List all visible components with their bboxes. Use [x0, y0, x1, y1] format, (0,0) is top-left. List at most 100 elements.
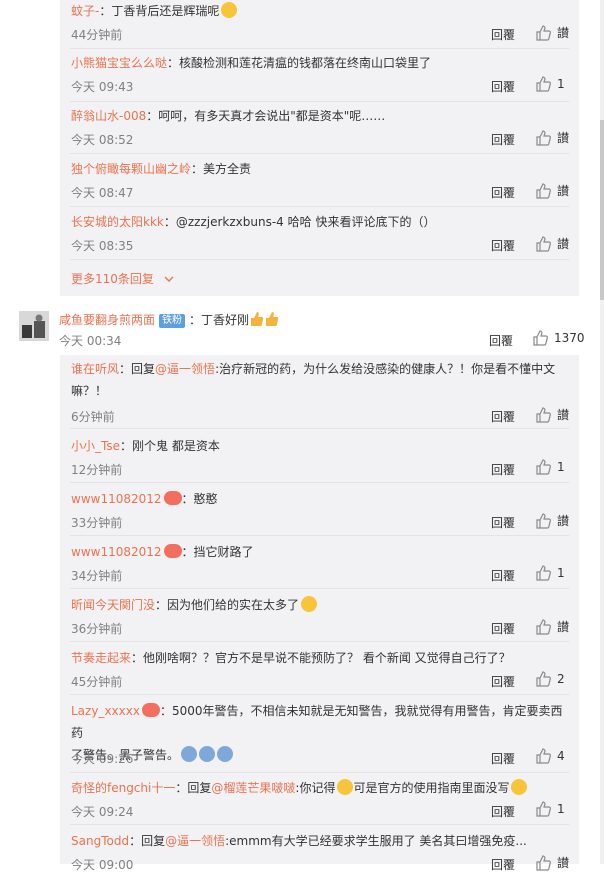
reply-button[interactable]: 回覆: [491, 461, 515, 478]
avatar-image: [19, 311, 49, 341]
like-label: 讃: [557, 184, 570, 198]
reply-button[interactable]: 回覆: [491, 803, 515, 820]
reply-username[interactable]: 昕闻今天関门没: [71, 598, 155, 612]
reply-text: 因为他们给的实在太多了: [167, 598, 300, 612]
main-username[interactable]: 咸鱼要翻身煎两面: [59, 313, 155, 327]
reply-time: 今天 09:26: [71, 752, 134, 766]
reply-username[interactable]: www11082012: [71, 492, 162, 506]
thumbs-up-icon: [536, 182, 551, 199]
thumbs-up-icon: [536, 748, 551, 764]
reply-username[interactable]: 醉翁山水-008: [71, 109, 146, 123]
more-replies-link[interactable]: 更多110条回复: [71, 270, 174, 287]
like-button[interactable]: 讃: [535, 129, 569, 146]
like-label: 讃: [557, 620, 570, 634]
separator: ：: [167, 56, 180, 70]
reply-text: 核酸检测和莲花清瘟的钱都落在终南山口袋里了: [179, 56, 432, 70]
like-button[interactable]: 1370: [532, 330, 585, 346]
like-button[interactable]: 4: [535, 748, 565, 764]
reply-time: 今天 08:52: [71, 133, 134, 147]
thumbs-up-icon: [536, 512, 551, 529]
reply-username[interactable]: 蚊子-: [71, 4, 99, 18]
reply-text-line: 奇怪的fengchi十一：回复@榴莲芒果啵啵:你记得 可是官方的使用指南里面没写: [71, 777, 567, 799]
reply-text-continued: 可是官方的使用指南里面没写: [353, 781, 510, 795]
reply-button[interactable]: 回覆: [491, 673, 515, 690]
reply-prefix: 回复: [141, 834, 166, 848]
reply-text-line: 独个俯瞰每颗山幽之岭：美方全责: [71, 158, 567, 180]
cat-emoji-icon: [301, 596, 318, 612]
separator: ：: [119, 439, 132, 453]
member-badge-icon: [141, 703, 160, 717]
reply-prefix: 回复: [131, 362, 156, 376]
reply-time: 今天 09:43: [71, 80, 134, 94]
reply-username[interactable]: 独个俯瞰每颗山幽之岭: [71, 162, 191, 176]
reply-username[interactable]: 小熊猫宝宝么么哒: [71, 56, 167, 70]
page-scrollbar[interactable]: [600, 0, 604, 864]
like-button[interactable]: 讃: [535, 618, 569, 635]
separator: ：: [155, 598, 168, 612]
reply-username[interactable]: 谁在听风: [71, 362, 119, 376]
reply-username[interactable]: 奇怪的fengchi十一: [71, 781, 175, 795]
like-count: 2: [557, 672, 565, 686]
thumbs-up-emoji-icon: [265, 311, 279, 327]
main-comment: 咸鱼要翻身煎两面 铁粉 ：丁香好刚 今天 00:34 回覆 1370: [19, 311, 585, 351]
reply-username[interactable]: Lazy_xxxxx: [71, 704, 140, 718]
like-button[interactable]: 1: [535, 565, 565, 581]
like-count: 1: [557, 460, 565, 474]
reply-username[interactable]: www11082012: [71, 545, 162, 559]
like-button[interactable]: 讃: [535, 24, 569, 41]
reply-button[interactable]: 回覆: [491, 184, 515, 201]
mention-link[interactable]: @逼一领悟: [155, 362, 215, 376]
like-button[interactable]: 讃: [535, 235, 569, 252]
like-button[interactable]: 1: [535, 459, 565, 475]
sweat-emoji-icon: [337, 779, 354, 795]
separator: ：: [175, 781, 188, 795]
scrollbar-thumb[interactable]: [600, 120, 604, 300]
thumbs-up-icon: [536, 671, 551, 687]
reply-button[interactable]: 回覆: [491, 237, 515, 254]
like-button[interactable]: 讃: [535, 406, 569, 423]
reply-text: :治疗新冠的药，为什么发给没感染的健康人？！你是看不懂中文: [215, 362, 556, 376]
reply-button[interactable]: 回覆: [491, 78, 515, 95]
thumbs-up-icon: [536, 76, 551, 92]
reply-time: 33分钟前: [71, 516, 123, 530]
reply-text-line: 昕闻今天関门没：因为他们给的实在太多了: [71, 594, 567, 616]
thumbs-up-emoji-icon: [250, 311, 264, 327]
reply-text: @zzzjerkzxbuns-4 哈哈 快来看评论底下的（）: [175, 215, 436, 229]
like-button[interactable]: 讃: [535, 182, 569, 199]
like-label: 讃: [557, 237, 570, 251]
reply-button[interactable]: 回覆: [491, 856, 515, 873]
reply-button[interactable]: 回覆: [491, 408, 515, 425]
reply-button[interactable]: 回覆: [491, 567, 515, 584]
reply-username[interactable]: SangTodd: [71, 834, 129, 848]
separator: ：: [131, 651, 144, 665]
reply-button[interactable]: 回覆: [489, 332, 513, 349]
reply-button[interactable]: 回覆: [491, 26, 515, 43]
divider: [70, 694, 569, 695]
reply-username[interactable]: 长安城的太阳kkk: [71, 215, 164, 229]
separator: ：: [191, 162, 204, 176]
reply-button[interactable]: 回覆: [491, 620, 515, 637]
mention-link[interactable]: @逼一领悟: [165, 834, 225, 848]
reply-text-line: www11082012 ：憨憨: [71, 488, 567, 510]
divider: [70, 206, 569, 207]
reply-button[interactable]: 回覆: [491, 750, 515, 767]
member-badge-icon: [163, 544, 182, 558]
mention-link[interactable]: @榴莲芒果啵啵: [211, 781, 295, 795]
like-button[interactable]: 2: [535, 671, 565, 687]
like-button[interactable]: 讃: [535, 512, 569, 529]
like-button[interactable]: 1: [535, 801, 565, 817]
avatar[interactable]: [19, 311, 49, 341]
like-button[interactable]: 讃: [535, 854, 569, 871]
reply-time: 34分钟前: [71, 569, 123, 583]
smile-emoji-icon: [511, 779, 528, 795]
reply-button[interactable]: 回覆: [491, 131, 515, 148]
separator: ：: [181, 492, 194, 506]
reply-button[interactable]: 回覆: [491, 514, 515, 531]
thumbs-up-icon: [536, 235, 551, 252]
like-button[interactable]: 1: [535, 76, 565, 92]
reply-username[interactable]: 节奏走起来: [71, 651, 131, 665]
reply-username[interactable]: 小小_Tse: [71, 439, 120, 453]
reply-time: 36分钟前: [71, 622, 123, 636]
like-label: 讃: [557, 514, 570, 528]
separator: ：: [146, 109, 159, 123]
